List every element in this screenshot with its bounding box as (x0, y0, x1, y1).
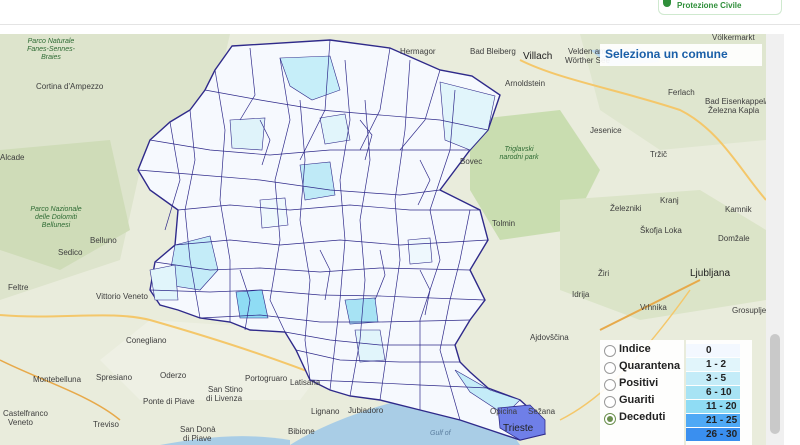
layer-option-quarantena[interactable]: Quarantena (604, 360, 686, 376)
place-label: Bad Bleiberg (470, 47, 516, 56)
place-label: Idrija (572, 290, 590, 299)
legend-item: 1 - 2 (686, 358, 740, 371)
place-label: Vrhnika (640, 303, 667, 312)
place-label: Conegliano (126, 336, 167, 345)
place-label: Bovec (460, 157, 483, 166)
layer-option-positivi[interactable]: Positivi (604, 377, 686, 393)
radio-icon[interactable] (604, 379, 616, 391)
place-label: Cortina d'Ampezzo (36, 82, 104, 91)
place-label: San Stino (208, 385, 243, 394)
place-label: San Donà (180, 425, 216, 434)
place-label: Tolmin (492, 219, 516, 228)
place-label: Latisana (290, 378, 321, 387)
layer-option-indice[interactable]: Indice (604, 343, 686, 359)
legend-item: 11 - 20 (686, 400, 740, 413)
place-label: Hermagor (400, 47, 436, 56)
place-label: Montebelluna (33, 375, 82, 384)
layer-label: Guariti (619, 394, 655, 406)
place-label: Treviso (93, 420, 119, 429)
place-label: Opicina (490, 407, 518, 416)
layer-selector: Indice Quarantena Positivi Guariti Deceduti (600, 340, 684, 445)
layer-label: Indice (619, 343, 651, 355)
place-label: Oderzo (160, 371, 187, 380)
place-label: Portogruaro (245, 374, 288, 383)
place-label: Parco Nazionale delle Dolomiti Bellunesi (30, 206, 82, 229)
top-divider (0, 24, 800, 25)
legend-item: 21 - 25 (686, 414, 740, 427)
place-label: di Livenza (206, 394, 243, 403)
layer-option-guariti[interactable]: Guariti (604, 394, 686, 410)
legend-item: 26 - 30 (686, 428, 740, 441)
legend-label: 3 - 5 (706, 373, 727, 384)
place-label: Grosuplje (732, 306, 766, 315)
layer-label: Deceduti (619, 411, 666, 423)
radio-icon[interactable] (604, 413, 616, 425)
layer-label: Positivi (619, 377, 659, 389)
place-label: Ljubljana (690, 268, 731, 279)
place-label: Jesenice (590, 126, 622, 135)
place-label: Trieste (503, 423, 534, 434)
logo-text: Protezione Civile (677, 1, 742, 10)
legend-label: 6 - 10 (706, 387, 732, 398)
protezione-civile-logo[interactable]: Protezione Civile (658, 0, 782, 15)
legend-label: 21 - 25 (706, 415, 738, 426)
place-label: Gulf of (430, 430, 451, 437)
layer-label: Quarantena (619, 360, 681, 372)
radio-icon[interactable] (604, 396, 616, 408)
place-label: Ferlach (668, 88, 695, 97)
place-label: Feltre (8, 283, 29, 292)
place-label: Ponte di Piave (143, 397, 195, 406)
place-label: Spresiano (96, 373, 133, 382)
radio-icon[interactable] (604, 345, 616, 357)
place-label: Triglavski narodni park (499, 146, 539, 161)
place-label: Škofja Loka (640, 226, 682, 235)
place-label: Bibione (288, 427, 315, 436)
legend-label: 26 - 30 (706, 429, 738, 440)
place-label: Železna Kapla (708, 106, 760, 115)
radio-icon[interactable] (604, 362, 616, 374)
place-label: Villach (523, 51, 553, 62)
place-label: Alcade (0, 153, 25, 162)
place-label: Žiri (598, 269, 610, 278)
place-label: Castelfranco (3, 409, 48, 418)
place-label: Belluno (90, 236, 117, 245)
place-label: Sežana (528, 407, 556, 416)
layer-option-deceduti[interactable]: Deceduti (604, 411, 686, 427)
municipality-selector[interactable]: Seleziona un comune (600, 44, 762, 66)
place-label: Parco Naturale Fanes-Sennes-Braies (27, 38, 75, 61)
place-label: Lignano (311, 407, 340, 416)
place-label: Jubiadoro (348, 406, 384, 415)
place-label: di Piave (183, 434, 212, 443)
place-label: Ajdovščina (530, 333, 569, 342)
place-label: Kamnik (725, 205, 752, 214)
legend-item: 6 - 10 (686, 386, 740, 399)
place-label: Arnoldstein (505, 79, 546, 88)
top-bar: Protezione Civile (0, 0, 800, 24)
select-municipality-label: Seleziona un comune (605, 47, 728, 61)
place-label: Kranj (660, 196, 679, 205)
legend-label: 1 - 2 (706, 359, 727, 370)
legend-label: 11 - 20 (706, 401, 737, 412)
place-label: Tržič (650, 150, 668, 159)
place-label: Vittorio Veneto (96, 292, 148, 301)
place-label: Domžale (718, 234, 750, 243)
legend-item: 3 - 5 (686, 372, 740, 385)
map-legend: 0 1 - 2 3 - 5 6 - 10 11 - 20 21 - 25 26 - 30 (686, 340, 752, 445)
page-scrollbar[interactable] (766, 34, 784, 445)
place-label: Železniki (610, 204, 642, 213)
legend-item: 0 (686, 344, 740, 357)
place-label: Veneto (8, 418, 33, 427)
place-label: Völkermarkt (712, 34, 755, 42)
place-label: Bad Eisenkappel/ (705, 97, 766, 106)
place-label: Sedico (58, 248, 83, 257)
legend-label: 0 (706, 345, 712, 356)
logo-mark-icon (663, 0, 671, 7)
scrollbar-thumb[interactable] (770, 334, 780, 434)
